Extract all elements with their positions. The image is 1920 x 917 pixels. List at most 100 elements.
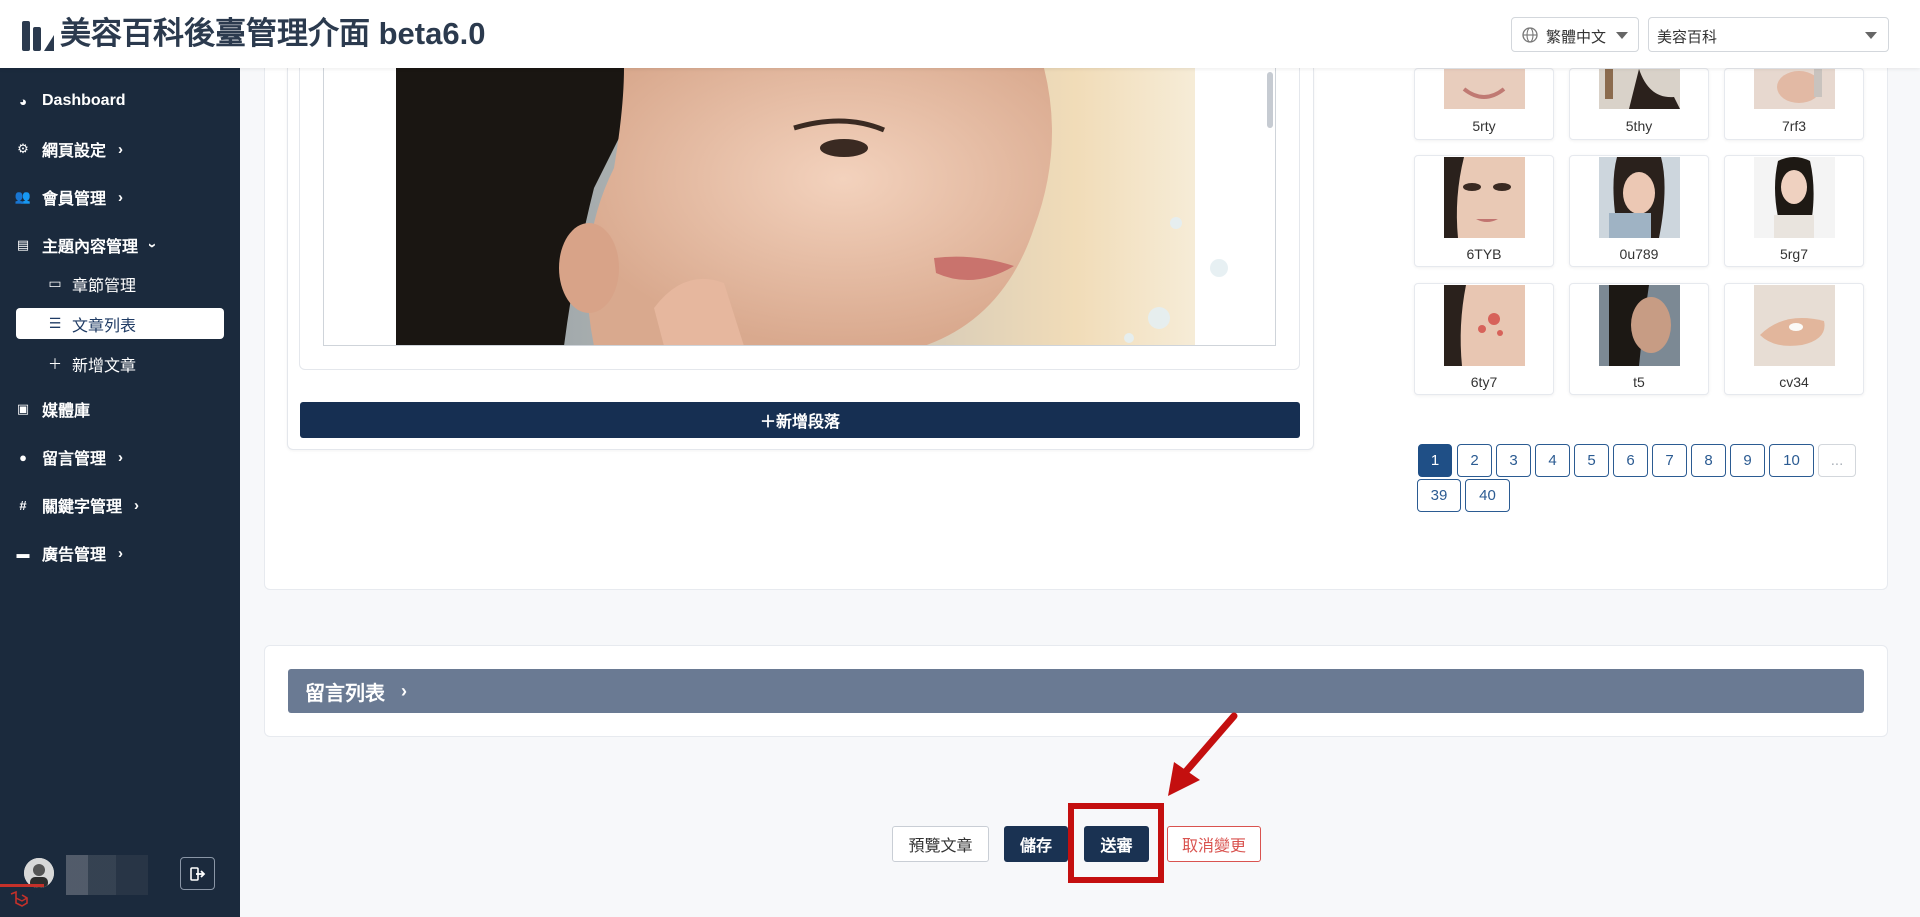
users-icon: 👥 bbox=[14, 189, 32, 204]
sidebar-item-dashboard[interactable]: ◕ Dashboard bbox=[14, 86, 126, 116]
palette-icon: ◕ bbox=[19, 93, 27, 109]
corner-accent bbox=[0, 884, 44, 887]
book-icon: ▤ bbox=[16, 237, 30, 252]
media-thumbnail-caption: 5thy bbox=[1625, 118, 1653, 134]
sidebar-item-ads[interactable]: ▬ 廣告管理 › bbox=[14, 538, 124, 568]
chevron-right-icon: › bbox=[134, 496, 140, 514]
sidebar-item-label: 關鍵字管理 bbox=[42, 499, 123, 516]
logout-button[interactable] bbox=[180, 857, 215, 890]
pagination-page-button[interactable]: 4 bbox=[1535, 444, 1570, 477]
media-thumbnail-image bbox=[1444, 69, 1525, 109]
top-header: 美容百科後臺管理介面 beta6.0 繁體中文 美容百科 bbox=[0, 0, 1920, 68]
pagination-page-button[interactable]: 6 bbox=[1613, 444, 1648, 477]
pagination-page-button[interactable]: 5 bbox=[1574, 444, 1609, 477]
sidebar-item-keywords[interactable]: # 關鍵字管理 › bbox=[14, 490, 139, 520]
ad-icon: ▬ bbox=[16, 545, 30, 561]
pagination-page-button[interactable]: 40 bbox=[1465, 479, 1510, 512]
sidebar-item-label: 留言管理 bbox=[42, 451, 107, 468]
logout-icon bbox=[189, 866, 205, 881]
sidebar-subitem-label: 章節管理 bbox=[72, 277, 137, 295]
media-thumbnail-image bbox=[1754, 69, 1835, 109]
laravel-icon bbox=[10, 890, 28, 907]
chevron-right-icon: › bbox=[118, 448, 124, 466]
media-thumbnail-caption: 5rty bbox=[1472, 118, 1496, 134]
media-thumbnail[interactable]: 5rty bbox=[1414, 68, 1554, 140]
paragraph-image-frame[interactable] bbox=[323, 68, 1276, 346]
media-thumbnail[interactable]: cv34 bbox=[1724, 283, 1864, 395]
username-redacted bbox=[66, 855, 148, 895]
sidebar-item-site-settings[interactable]: ⚙ 網頁設定 › bbox=[14, 134, 123, 164]
media-thumbnail-caption: 6ty7 bbox=[1470, 374, 1498, 390]
media-thumbnail[interactable]: 5rg7 bbox=[1724, 155, 1864, 267]
media-thumbnail-caption: 5rg7 bbox=[1779, 246, 1809, 262]
media-thumbnail-image bbox=[1599, 69, 1680, 109]
paragraph-image bbox=[324, 68, 1275, 345]
chevron-down-icon: › bbox=[144, 242, 162, 248]
media-thumbnail[interactable]: 0u789 bbox=[1569, 155, 1709, 267]
media-thumbnail[interactable]: 5thy bbox=[1569, 68, 1709, 140]
sidebar-subitem-label: 文章列表 bbox=[72, 317, 137, 335]
pagination-page-button[interactable]: 1 bbox=[1418, 444, 1452, 477]
image-frame-scrollbar[interactable] bbox=[1267, 72, 1273, 128]
app-title: 美容百科後臺管理介面 beta6.0 bbox=[60, 16, 486, 51]
sidebar-item-media-library[interactable]: ▣ 媒體庫 bbox=[14, 394, 90, 424]
pagination-page-button[interactable]: 8 bbox=[1691, 444, 1726, 477]
globe-icon bbox=[1522, 27, 1538, 43]
site-select-value: 美容百科 bbox=[1657, 29, 1718, 46]
gear-icon: ⚙ bbox=[17, 141, 29, 156]
sidebar-item-label: 媒體庫 bbox=[42, 403, 91, 420]
sidebar-item-label: 會員管理 bbox=[42, 191, 107, 208]
card-icon: ▭ bbox=[48, 275, 62, 291]
site-select[interactable]: 美容百科 bbox=[1648, 17, 1889, 52]
media-thumbnail[interactable]: 6ty7 bbox=[1414, 283, 1554, 395]
sidebar-item-comments[interactable]: ● 留言管理 › bbox=[14, 442, 123, 472]
media-thumbnail-caption: 7rf3 bbox=[1781, 118, 1807, 134]
pagination-page-button[interactable]: 3 bbox=[1496, 444, 1531, 477]
sidebar-item-label: Dashboard bbox=[42, 92, 126, 109]
add-paragraph-button[interactable]: ＋新增段落 bbox=[300, 402, 1300, 438]
media-thumbnail-image bbox=[1599, 157, 1680, 238]
chevron-right-icon: › bbox=[118, 544, 124, 562]
pagination-ellipsis: ... bbox=[1818, 444, 1856, 477]
language-select[interactable]: 繁體中文 bbox=[1511, 17, 1639, 52]
sidebar-subitem-article-list[interactable]: ☰ 文章列表 bbox=[16, 308, 224, 339]
pagination-page-button[interactable]: 2 bbox=[1457, 444, 1492, 477]
sidebar-subitem-new-article[interactable]: ＋ 新增文章 bbox=[16, 348, 224, 379]
sidebar-subitem-label: 新增文章 bbox=[72, 357, 137, 375]
media-thumbnail[interactable]: 7rf3 bbox=[1724, 68, 1864, 140]
hashtag-icon: # bbox=[19, 497, 27, 513]
sidebar-item-topic-content[interactable]: ▤ 主題內容管理 › bbox=[14, 230, 161, 260]
cancel-changes-button[interactable]: 取消變更 bbox=[1167, 826, 1261, 862]
list-icon: ☰ bbox=[48, 315, 62, 331]
sidebar-item-label: 廣告管理 bbox=[42, 547, 107, 564]
chevron-down-icon bbox=[1865, 32, 1877, 39]
comment-icon: ● bbox=[19, 449, 27, 465]
language-select-value: 繁體中文 bbox=[1546, 29, 1607, 46]
comments-header-label: 留言列表 bbox=[305, 682, 385, 705]
media-thumbnail-image bbox=[1444, 285, 1525, 366]
sidebar-subitem-chapters[interactable]: ▭ 章節管理 bbox=[16, 268, 224, 299]
media-thumbnail-caption: 6TYB bbox=[1466, 246, 1502, 262]
media-thumbnail-caption: t5 bbox=[1633, 374, 1645, 390]
pagination-page-button[interactable]: 9 bbox=[1730, 444, 1765, 477]
media-thumbnail[interactable]: 6TYB bbox=[1414, 155, 1554, 267]
media-thumbnail-image bbox=[1599, 285, 1680, 366]
preview-article-button[interactable]: 預覽文章 bbox=[892, 826, 989, 862]
sidebar: ◕ Dashboard ⚙ 網頁設定 › 👥 會員管理 › ▤ 主題內容管理 ›… bbox=[0, 68, 240, 917]
pagination-page-button[interactable]: 39 bbox=[1417, 479, 1461, 512]
logo-icon bbox=[22, 21, 54, 51]
chevron-right-icon: › bbox=[401, 680, 407, 701]
media-thumbnail-caption: cv34 bbox=[1779, 374, 1809, 390]
images-icon: ▣ bbox=[16, 401, 30, 416]
highlight-box bbox=[1068, 803, 1164, 883]
comments-header[interactable]: 留言列表 › bbox=[288, 669, 1864, 713]
media-thumbnail-image bbox=[1754, 285, 1835, 366]
red-arrow-annotation bbox=[1168, 712, 1238, 796]
sidebar-item-members[interactable]: 👥 會員管理 › bbox=[14, 182, 123, 212]
pagination-page-button[interactable]: 7 bbox=[1652, 444, 1687, 477]
pagination-page-button[interactable]: 10 bbox=[1769, 444, 1814, 477]
save-button[interactable]: 儲存 bbox=[1004, 826, 1068, 862]
chevron-down-icon bbox=[1616, 32, 1628, 39]
chevron-right-icon: › bbox=[118, 140, 124, 158]
media-thumbnail[interactable]: t5 bbox=[1569, 283, 1709, 395]
